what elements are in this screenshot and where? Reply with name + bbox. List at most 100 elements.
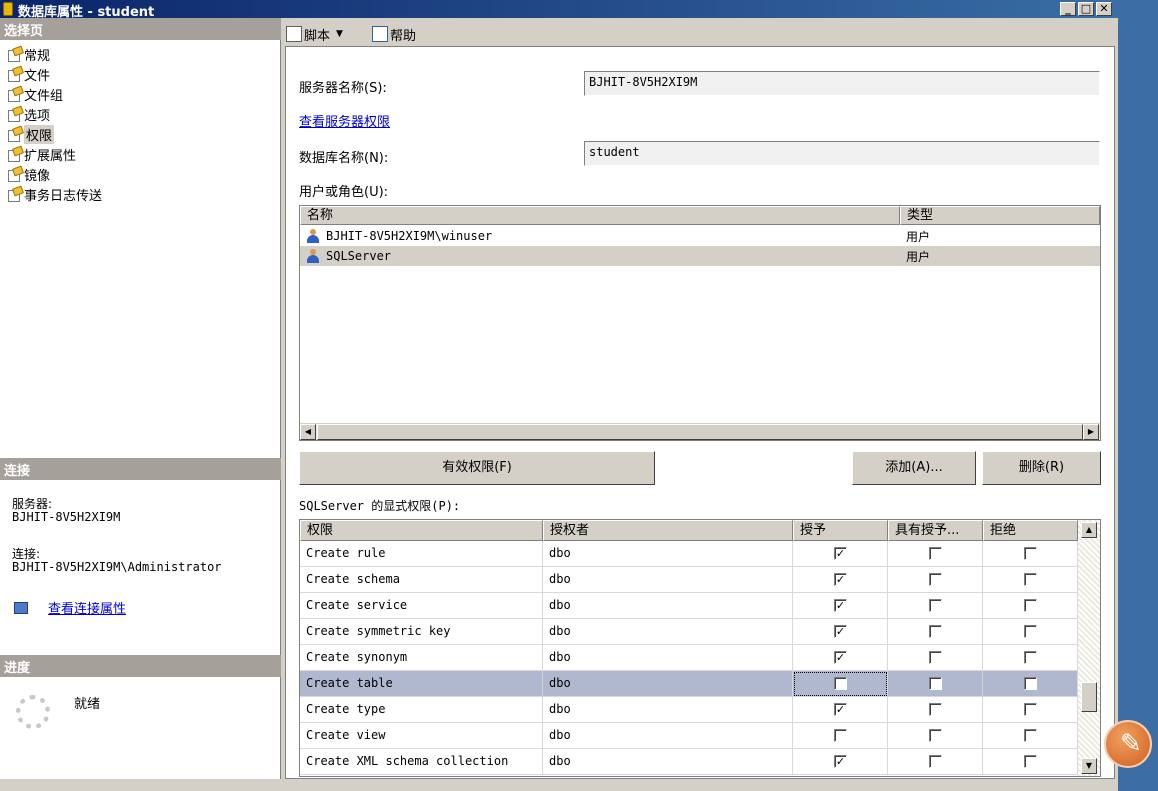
with-grant-checkbox[interactable] (929, 651, 942, 664)
with-grant-checkbox[interactable] (929, 729, 942, 742)
with-grant-checkbox[interactable] (929, 703, 942, 716)
permission-name: Create table (300, 671, 543, 697)
add-button[interactable]: 添加(A)... (852, 451, 976, 485)
deny-checkbox-cell (983, 723, 1078, 749)
grant-checkbox[interactable]: ✓ (834, 651, 847, 664)
connection-properties-icon (14, 601, 28, 614)
scroll-right-icon[interactable]: ▶ (1083, 424, 1099, 440)
deny-checkbox[interactable] (1024, 677, 1037, 690)
grant-checkbox[interactable]: ✓ (834, 755, 847, 768)
horizontal-scrollbar[interactable]: ◀ ▶ (300, 423, 1100, 440)
view-connection-properties[interactable]: 查看连接属性 (14, 598, 126, 617)
scroll-up-icon[interactable]: ▲ (1081, 522, 1097, 538)
grant-checkbox[interactable] (834, 729, 847, 742)
progress-header: 进度 (0, 655, 281, 677)
grant-checkbox-cell: ✓ (793, 697, 888, 723)
column-header-grant[interactable]: 授予 (793, 520, 888, 541)
permission-row[interactable]: Create synonym dbo ✓ (300, 645, 1078, 671)
close-icon: ✕ (1099, 2, 1109, 15)
page-item-label: 事务日志传送 (24, 188, 103, 204)
scroll-left-icon[interactable]: ◀ (300, 424, 316, 440)
page-item-3[interactable]: 选项 (6, 105, 51, 124)
server-name-label: 服务器名称(S): (299, 81, 387, 96)
with-grant-checkbox[interactable] (929, 625, 942, 638)
server-name-field[interactable]: BJHIT-8V5H2XI9M (584, 71, 1100, 96)
horizontal-scroll-thumb[interactable] (317, 424, 1083, 440)
grant-checkbox[interactable]: ✓ (834, 573, 847, 586)
column-header-grantor[interactable]: 授权者 (543, 520, 793, 541)
grant-checkbox[interactable]: ✓ (834, 599, 847, 612)
maximize-button[interactable]: □ (1078, 2, 1094, 16)
with-grant-checkbox[interactable] (929, 599, 942, 612)
permission-row[interactable]: Create symmetric key dbo ✓ (300, 619, 1078, 645)
deny-checkbox[interactable] (1024, 703, 1037, 716)
column-header-name[interactable]: 名称 (300, 206, 900, 225)
permission-row[interactable]: Create schema dbo ✓ (300, 567, 1078, 593)
column-header-deny[interactable]: 拒绝 (983, 520, 1078, 541)
with-grant-checkbox[interactable] (929, 755, 942, 768)
vertical-scrollbar[interactable]: ▲ ▼ (1078, 520, 1100, 776)
server-info: 服务器: BJHIT-8V5H2XI9M (12, 498, 120, 524)
deny-checkbox[interactable] (1024, 573, 1037, 586)
deny-checkbox[interactable] (1024, 625, 1037, 638)
minimize-button[interactable]: _ (1060, 2, 1076, 16)
deny-checkbox[interactable] (1024, 547, 1037, 560)
page-item-5[interactable]: 扩展属性 (6, 145, 77, 164)
script-button[interactable]: 脚本 ▼ (286, 25, 343, 44)
deny-checkbox[interactable] (1024, 755, 1037, 768)
database-icon (3, 2, 13, 16)
desktop-background (1118, 0, 1158, 791)
deny-checkbox[interactable] (1024, 729, 1037, 742)
remove-button[interactable]: 删除(R) (982, 451, 1101, 485)
grant-checkbox-cell: ✓ (793, 619, 888, 645)
permission-row[interactable]: Create view dbo (300, 723, 1078, 749)
permission-grantor: dbo (543, 723, 793, 749)
grant-checkbox-cell (793, 723, 888, 749)
view-connection-link[interactable]: 查看连接属性 (48, 598, 126, 617)
page-icon (6, 147, 22, 162)
vertical-scroll-thumb[interactable] (1081, 682, 1097, 712)
user-row[interactable]: BJHIT-8V5H2XI9M\winuser 用户 (300, 226, 1100, 246)
with-grant-checkbox[interactable] (929, 547, 942, 560)
permission-row[interactable]: Create service dbo ✓ (300, 593, 1078, 619)
grant-checkbox[interactable] (834, 677, 847, 690)
page-item-2[interactable]: 文件组 (6, 85, 63, 104)
permission-row[interactable]: Create rule dbo ✓ (300, 541, 1078, 567)
page-item-label: 选项 (24, 108, 51, 124)
with-grant-checkbox[interactable] (929, 573, 942, 586)
user-row[interactable]: SQLServer 用户 (300, 246, 1100, 266)
database-name-field[interactable]: student (584, 141, 1100, 166)
column-header-type[interactable]: 类型 (900, 206, 1100, 225)
permission-row[interactable]: Create table dbo (300, 671, 1078, 697)
page-item-0[interactable]: 常规 (6, 45, 50, 64)
page-icon (6, 107, 22, 122)
page-item-label: 扩展属性 (24, 148, 77, 164)
script-icon (286, 26, 302, 42)
grant-checkbox[interactable]: ✓ (834, 703, 847, 716)
column-header-with-grant[interactable]: 具有授予... (888, 520, 983, 541)
tools-overlay-icon[interactable]: ✎ (1104, 720, 1152, 768)
scroll-down-icon[interactable]: ▼ (1081, 758, 1097, 774)
help-label: 帮助 (390, 28, 417, 44)
permission-row[interactable]: Create XML schema collection dbo ✓ (300, 749, 1078, 775)
permission-name: Create schema (300, 567, 543, 593)
view-server-permissions-link[interactable]: 查看服务器权限 (299, 111, 390, 130)
page-item-label: 镜像 (24, 168, 51, 184)
deny-checkbox[interactable] (1024, 599, 1037, 612)
effective-permissions-button[interactable]: 有效权限(F) (299, 451, 655, 485)
page-item-7[interactable]: 事务日志传送 (6, 185, 103, 204)
wrench-icon: ✎ (1120, 729, 1142, 759)
grant-checkbox[interactable]: ✓ (834, 625, 847, 638)
column-header-permission[interactable]: 权限 (300, 520, 543, 541)
permission-name: Create service (300, 593, 543, 619)
close-button[interactable]: ✕ (1096, 2, 1112, 16)
permission-row[interactable]: Create type dbo ✓ (300, 697, 1078, 723)
page-item-1[interactable]: 文件 (6, 65, 50, 84)
deny-checkbox[interactable] (1024, 651, 1037, 664)
with-grant-checkbox[interactable] (929, 677, 942, 690)
help-button[interactable]: 帮助 (372, 25, 417, 44)
grant-checkbox[interactable]: ✓ (834, 547, 847, 560)
help-icon (372, 26, 388, 42)
page-item-6[interactable]: 镜像 (6, 165, 51, 184)
page-item-4[interactable]: 权限 (6, 124, 55, 144)
